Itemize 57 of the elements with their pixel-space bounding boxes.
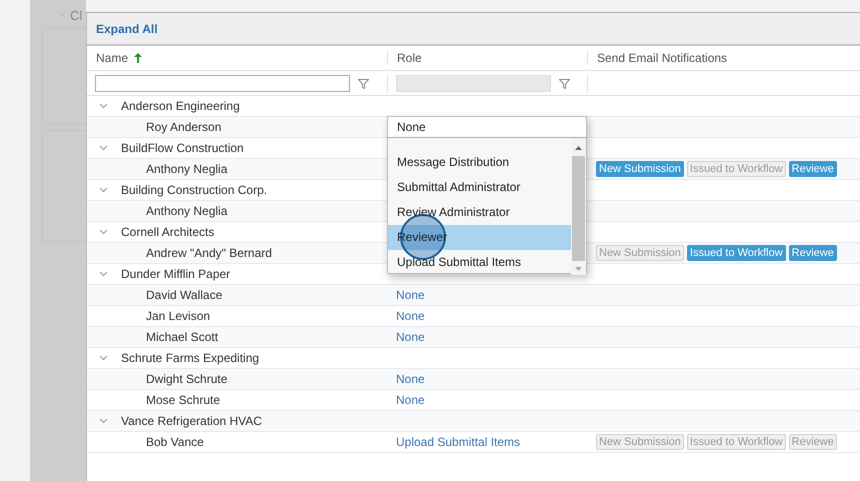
notification-toggle[interactable]: Issued to Workflow	[686, 434, 786, 450]
role-link[interactable]: Upload Submittal Items	[396, 435, 520, 449]
notification-toggle[interactable]: Issued to Workflow	[686, 161, 786, 177]
column-header[interactable]: Name	[96, 51, 128, 65]
role-link[interactable]: None	[396, 309, 425, 323]
scrollbar-thumb[interactable]	[572, 156, 585, 261]
person-name: Anthony Neglia	[146, 162, 228, 176]
company-name: Anderson Engineering	[121, 99, 240, 113]
company-name: Schrute Farms Expediting	[121, 351, 260, 365]
notification-toggle[interactable]: New Submission	[596, 434, 684, 450]
scroll-up-icon[interactable]	[575, 146, 582, 150]
notification-toggle[interactable]: Reviewe	[788, 161, 837, 177]
filter-field[interactable]	[95, 75, 350, 92]
dropdown-option[interactable]: Message Distribution	[388, 150, 571, 175]
person-name: David Wallace	[146, 288, 222, 302]
notification-toggle[interactable]: New Submission	[596, 161, 684, 177]
chevron-icon[interactable]	[99, 187, 108, 193]
dropdown-option[interactable]: Submittal Administrator	[388, 175, 571, 200]
company-name: Vance Refrigeration HVAC	[121, 414, 262, 428]
scrollbar[interactable]	[571, 138, 586, 275]
column-header[interactable]: Send Email Notifications	[597, 51, 728, 65]
column-header[interactable]: Role	[397, 51, 422, 65]
person-name: Michael Scott	[146, 330, 218, 344]
role-link[interactable]: None	[396, 393, 425, 407]
person-name: Dwight Schrute	[146, 372, 228, 386]
company-name: BuildFlow Construction	[121, 141, 244, 155]
person-name: Jan Levison	[146, 309, 210, 323]
dropdown-option[interactable]: Review Administrator	[388, 200, 571, 225]
person-name: Mose Schrute	[146, 393, 220, 407]
role-link[interactable]: None	[396, 288, 425, 302]
company-name: Dunder Mifflin Paper	[121, 267, 230, 281]
filter-icon[interactable]	[559, 78, 570, 88]
scroll-down-icon[interactable]	[575, 267, 582, 271]
chevron-icon[interactable]	[99, 229, 108, 235]
chevron-icon[interactable]	[99, 145, 108, 151]
company-name: Building Construction Corp.	[121, 183, 268, 197]
person-name: Andrew "Andy" Bernard	[146, 246, 272, 260]
filter-icon[interactable]	[358, 78, 369, 88]
notification-toggle[interactable]: New Submission	[596, 245, 684, 261]
role-link[interactable]: None	[396, 372, 425, 386]
chevron-icon[interactable]	[99, 418, 108, 424]
dropdown-value[interactable]: None	[388, 117, 586, 138]
notification-toggle[interactable]: Reviewe	[788, 245, 837, 261]
notification-toggle[interactable]: Reviewe	[788, 434, 837, 450]
notification-toggle[interactable]: Issued to Workflow	[686, 245, 786, 261]
chevron-icon[interactable]	[99, 355, 108, 361]
section-label: Cl	[70, 8, 82, 22]
expand-all-link[interactable]: Expand All	[96, 22, 158, 36]
dropdown-option[interactable]: Reviewer	[388, 225, 571, 250]
dropdown-option[interactable]: Upload Submittal Items	[388, 250, 571, 275]
person-name: Bob Vance	[146, 435, 204, 449]
role-link[interactable]: None	[396, 330, 425, 344]
person-name: Roy Anderson	[146, 120, 222, 134]
company-name: Cornell Architects	[121, 225, 214, 239]
chevron-icon[interactable]	[99, 103, 108, 109]
person-name: Anthony Neglia	[146, 204, 228, 218]
chevron-icon[interactable]	[99, 271, 108, 277]
